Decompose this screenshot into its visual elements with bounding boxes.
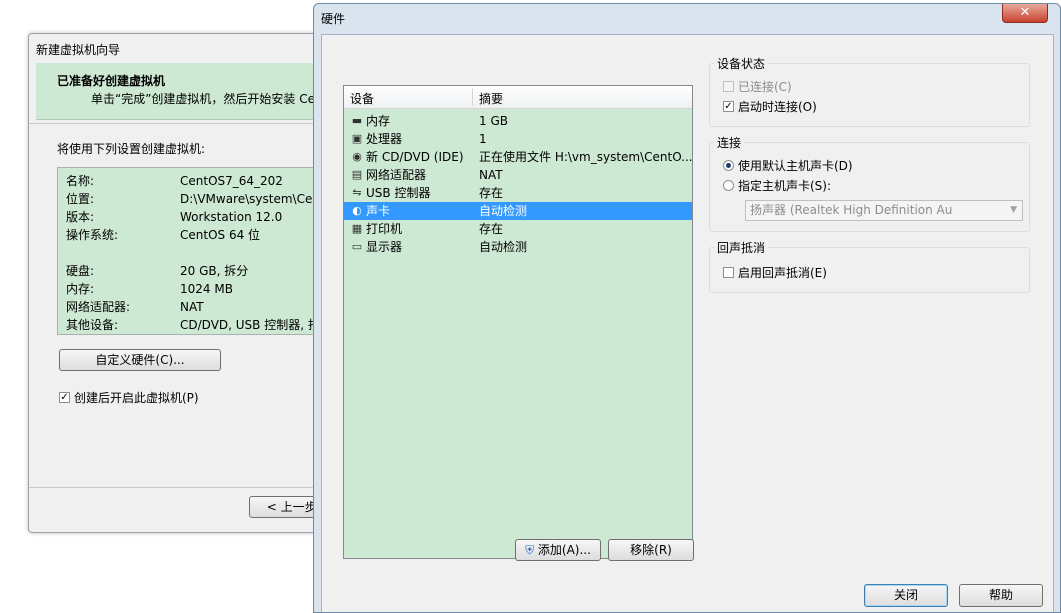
printer-icon: ▦ — [351, 222, 363, 235]
connected-checkbox[interactable]: 已连接(C) — [723, 78, 792, 95]
wizard-intro: 将使用下列设置创建虚拟机: — [57, 142, 206, 156]
sound-card-icon: ◐ — [352, 204, 362, 217]
device-status-label: 设备状态 — [714, 55, 769, 72]
device-row-sound-card[interactable]: ◐ 声卡 自动检测 — [344, 202, 692, 220]
host-sound-card-select[interactable]: 扬声器 (Realtek High Definition Au ▼ — [745, 200, 1023, 221]
radio-unselected-icon — [723, 180, 734, 191]
device-row-display[interactable]: ▭ 显示器 自动检测 — [344, 238, 692, 256]
dialog-client-area: 设备 摘要 ▬ 内存 1 GB ▣ 处理器 1 ◉ 新 CD/DVD (IDE)… — [321, 34, 1054, 612]
specify-sound-card-radio[interactable]: 指定主机声卡(S): — [723, 177, 831, 194]
dialog-title: 硬件 — [321, 12, 346, 26]
column-header-summary[interactable]: 摘要 — [479, 90, 503, 107]
new-vm-wizard-window: 新建虚拟机向导 已准备好创建虚拟机 单击“完成”创建虚拟机，然后开始安装 Cen… — [28, 33, 330, 533]
customize-hardware-button[interactable]: 自定义硬件(C)... — [59, 349, 221, 371]
device-row-processor[interactable]: ▣ 处理器 1 — [344, 130, 692, 148]
wizard-title: 新建虚拟机向导 — [36, 43, 121, 57]
checkbox-checked-icon: ✓ — [723, 101, 734, 112]
cd-dvd-icon: ◉ — [352, 150, 362, 163]
device-status-group — [709, 63, 1030, 127]
uac-shield-icon: ⛨ — [525, 543, 535, 557]
chevron-down-icon: ▼ — [1010, 205, 1017, 215]
remove-hardware-button[interactable]: 移除(R) — [608, 539, 694, 561]
settings-summary: 名称: CentOS7_64_202 位置: D:\VMware\system\Ce… — [57, 167, 329, 335]
wizard-header-title: 已准备好创建虚拟机 — [57, 74, 166, 88]
checkbox-checked-icon: ✓ — [59, 392, 70, 403]
device-list: 设备 摘要 ▬ 内存 1 GB ▣ 处理器 1 ◉ 新 CD/DVD (IDE)… — [343, 85, 693, 559]
device-row-memory[interactable]: ▬ 内存 1 GB — [344, 112, 692, 130]
wizard-header-subtitle: 单击“完成”创建虚拟机，然后开始安装 Cent — [91, 92, 328, 106]
device-row-usb-controller[interactable]: ⇋ USB 控制器 存在 — [344, 184, 692, 202]
column-header-device[interactable]: 设备 — [350, 90, 374, 107]
usb-icon: ⇋ — [352, 186, 362, 199]
divider — [29, 123, 329, 124]
display-icon: ▭ — [351, 240, 363, 253]
device-row-printer[interactable]: ▦ 打印机 存在 — [344, 220, 692, 238]
enable-echo-cancellation-checkbox[interactable]: 启用回声抵消(E) — [723, 264, 827, 281]
start-after-create-checkbox[interactable]: ✓ 创建后开启此虚拟机(P) — [59, 389, 199, 406]
radio-selected-icon — [723, 160, 734, 171]
echo-cancellation-label: 回声抵消 — [714, 239, 769, 256]
close-button[interactable]: 关闭 — [864, 584, 948, 607]
device-row-network-adapter[interactable]: ▤ 网络适配器 NAT — [344, 166, 692, 184]
device-row-cd-dvd[interactable]: ◉ 新 CD/DVD (IDE) 正在使用文件 H:\vm_system\Cen… — [344, 148, 692, 166]
connect-at-power-on-checkbox[interactable]: ✓ 启动时连接(O) — [723, 98, 817, 115]
hardware-dialog: 硬件 ✕ 设备 摘要 ▬ 内存 1 GB ▣ 处理器 1 ◉ 新 CD/DVD … — [313, 3, 1061, 613]
network-adapter-icon: ▤ — [351, 168, 363, 181]
column-separator[interactable] — [472, 88, 473, 106]
checkbox-unchecked-icon — [723, 267, 734, 278]
connection-label: 连接 — [714, 134, 745, 151]
add-hardware-button[interactable]: ⛨ 添加(A)... — [515, 539, 601, 561]
help-button[interactable]: 帮助 — [959, 584, 1043, 607]
checkbox-unchecked-icon — [723, 81, 734, 92]
close-icon[interactable]: ✕ — [1002, 4, 1048, 23]
divider — [29, 487, 329, 488]
memory-icon: ▬ — [351, 114, 363, 127]
device-list-header: 设备 摘要 — [344, 86, 692, 109]
cpu-icon: ▣ — [351, 132, 363, 145]
use-default-sound-card-radio[interactable]: 使用默认主机声卡(D) — [723, 157, 853, 174]
